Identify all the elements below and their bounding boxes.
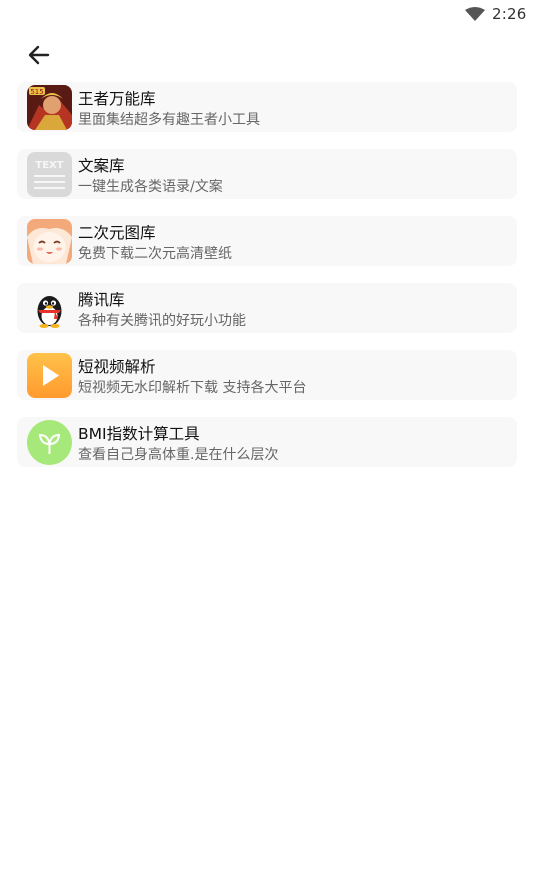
svg-text:515: 515: [30, 88, 43, 96]
tool-card-copywriting[interactable]: TEXT 文案库 一键生成各类语录/文案: [17, 149, 517, 199]
tool-list: 515 王者万能库 里面集结超多有趣王者小工具 TEXT 文案库 一键生成各类语…: [17, 82, 517, 484]
status-time: 2:26: [492, 5, 527, 23]
tool-card-bmi[interactable]: BMI指数计算工具 查看自己身高体重.是在什么层次: [17, 417, 517, 467]
status-bar: 2:26: [0, 0, 534, 28]
sprout-icon: [27, 420, 72, 465]
anime-girl-icon: [27, 219, 72, 264]
play-icon: [27, 353, 72, 398]
wifi-icon: [465, 7, 485, 21]
penguin-icon: [27, 286, 72, 331]
arrow-left-icon[interactable]: [26, 42, 52, 68]
tool-desc: 各种有关腾讯的好玩小功能: [78, 313, 246, 329]
tool-card-anime[interactable]: 二次元图库 免费下载二次元高清壁纸: [17, 216, 517, 266]
tool-title: BMI指数计算工具: [78, 425, 200, 443]
tool-title: 文案库: [78, 157, 125, 175]
tool-title: 短视频解析: [78, 358, 156, 376]
tool-desc: 一键生成各类语录/文案: [78, 179, 223, 195]
tool-title: 王者万能库: [78, 90, 156, 108]
tool-card-video-parse[interactable]: 短视频解析 短视频无水印解析下载 支持各大平台: [17, 350, 517, 400]
tool-card-tencent[interactable]: 腾讯库 各种有关腾讯的好玩小功能: [17, 283, 517, 333]
tool-title: 腾讯库: [78, 291, 125, 309]
tool-card-wangzhe[interactable]: 515 王者万能库 里面集结超多有趣王者小工具: [17, 82, 517, 132]
text-doc-icon: TEXT: [27, 152, 72, 197]
tool-title: 二次元图库: [78, 224, 156, 242]
text-doc-icon-label: TEXT: [35, 160, 63, 171]
tool-desc: 里面集结超多有趣王者小工具: [78, 112, 260, 128]
tool-desc: 免费下载二次元高清壁纸: [78, 246, 232, 262]
tool-desc: 查看自己身高体重.是在什么层次: [78, 447, 279, 463]
game-hero-icon: 515: [27, 85, 72, 130]
tool-desc: 短视频无水印解析下载 支持各大平台: [78, 380, 307, 396]
